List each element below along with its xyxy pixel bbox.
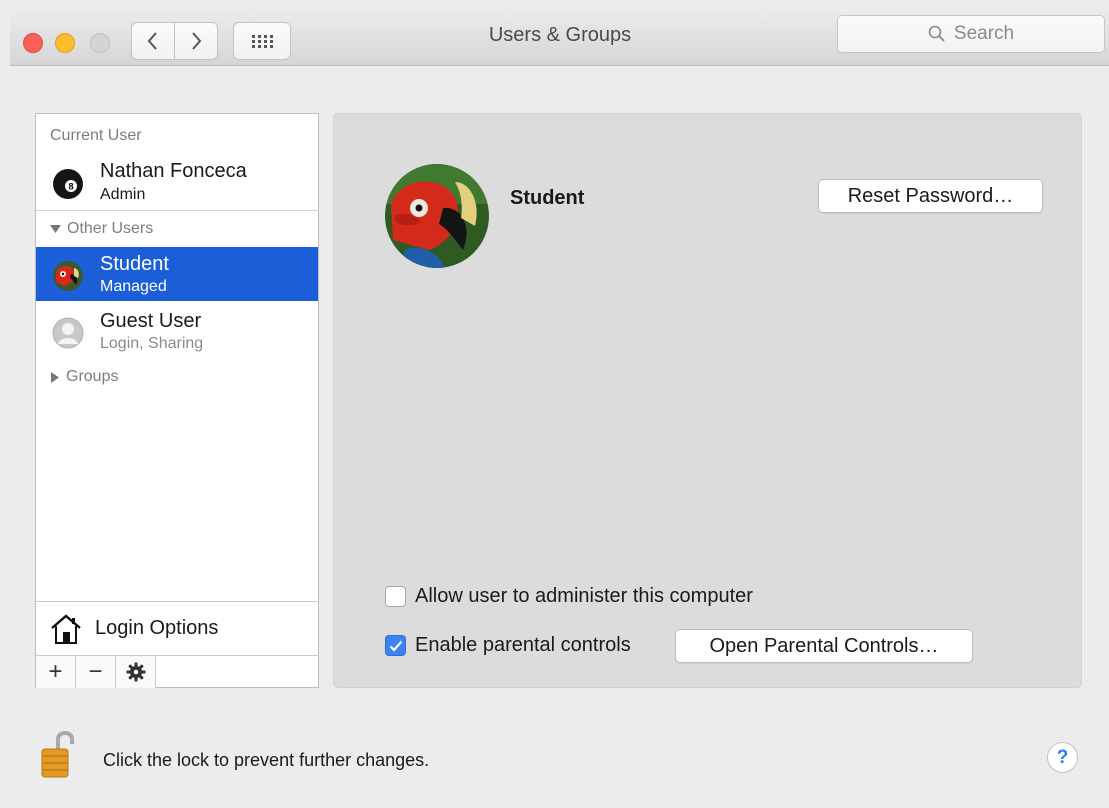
user-role: Managed: [100, 278, 167, 295]
parental-controls-checkbox[interactable]: [385, 635, 406, 656]
house-icon: [51, 613, 81, 644]
chevron-right-icon: [192, 32, 202, 50]
parental-controls-label: Enable parental controls: [415, 634, 631, 656]
window-title: Users & Groups: [488, 24, 632, 46]
allow-admin-label: Allow user to administer this computer: [415, 585, 753, 607]
action-menu-button[interactable]: [116, 656, 156, 688]
parrot-avatar-icon: [53, 261, 83, 291]
user-name: Guest User: [100, 310, 202, 332]
user-role: Admin: [100, 186, 146, 203]
groups-label: Groups: [66, 368, 119, 385]
grid-icon: [252, 35, 273, 48]
groups-header[interactable]: Groups: [50, 368, 118, 386]
login-options-label: Login Options: [95, 617, 219, 639]
selected-user-name: Student: [510, 187, 585, 209]
allow-admin-checkbox[interactable]: [385, 586, 406, 607]
add-user-button[interactable]: +: [36, 656, 76, 688]
forward-button[interactable]: [174, 22, 218, 60]
user-name: Student: [100, 253, 169, 275]
close-window-button[interactable]: [23, 33, 43, 53]
user-row-student[interactable]: Student Managed: [36, 247, 318, 301]
unlocked-padlock-icon[interactable]: [38, 727, 80, 779]
other-users-label: Other Users: [67, 220, 154, 237]
reset-password-button[interactable]: Reset Password…: [818, 179, 1043, 213]
zoom-window-button[interactable]: [90, 33, 110, 53]
lock-status-text: Click the lock to prevent further change…: [103, 750, 430, 770]
user-row-guest[interactable]: Guest User Login, Sharing: [36, 304, 318, 358]
open-parental-controls-button[interactable]: Open Parental Controls…: [675, 629, 973, 663]
title-bar: Users & Groups Search: [10, 8, 1109, 66]
minimize-window-button[interactable]: [55, 33, 75, 53]
user-detail-pane: Student Reset Password… Allow user to ad…: [333, 113, 1082, 688]
divider: [36, 210, 318, 211]
gear-icon: [126, 662, 145, 682]
parental-controls-option[interactable]: Enable parental controls: [385, 634, 631, 657]
checkmark-icon: [389, 640, 402, 652]
chevron-left-icon: [147, 32, 157, 50]
parrot-picture-icon: [385, 164, 489, 268]
help-button[interactable]: ?: [1047, 742, 1078, 773]
current-user-header: Current User: [50, 127, 142, 144]
disclosure-right-icon: [51, 371, 59, 383]
other-users-header[interactable]: Other Users: [50, 220, 153, 238]
show-all-button[interactable]: [233, 22, 291, 60]
login-options-item[interactable]: Login Options: [36, 601, 318, 655]
user-row-nathan[interactable]: 8 Nathan Fonceca Admin: [36, 157, 318, 211]
search-icon: [928, 25, 945, 42]
8-ball-avatar-icon: 8: [53, 169, 83, 199]
svg-text:8: 8: [68, 182, 73, 192]
user-role: Login, Sharing: [100, 335, 204, 352]
back-button[interactable]: [131, 22, 175, 60]
remove-user-button[interactable]: −: [76, 656, 116, 688]
guest-avatar-icon: [52, 317, 84, 349]
list-toolbar: + −: [36, 655, 318, 688]
user-name: Nathan Fonceca: [100, 160, 247, 182]
search-placeholder: Search: [953, 23, 1015, 44]
allow-admin-option[interactable]: Allow user to administer this computer: [385, 585, 753, 608]
search-field[interactable]: Search: [837, 15, 1105, 53]
users-list: Current User 8 Nathan Fonceca Admin Othe…: [35, 113, 319, 688]
user-picture[interactable]: [385, 164, 489, 268]
disclosure-down-icon: [50, 225, 61, 233]
